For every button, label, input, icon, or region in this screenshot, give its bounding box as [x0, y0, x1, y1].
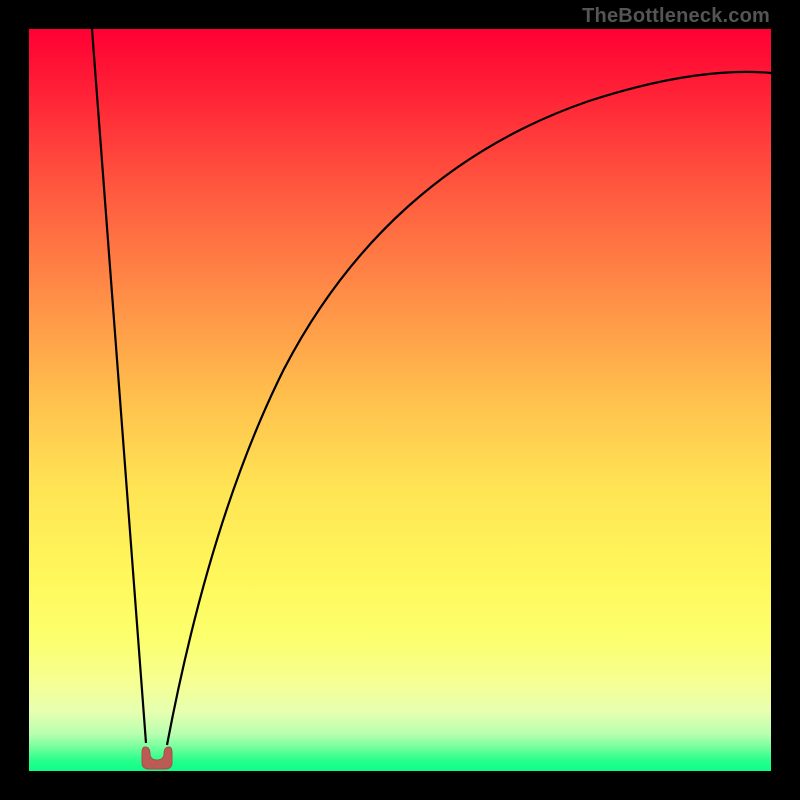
u-notch-icon	[142, 747, 172, 769]
bottleneck-curve	[29, 29, 771, 771]
curve-right-branch	[167, 72, 771, 745]
optimal-point-marker	[140, 745, 174, 771]
watermark-text: TheBottleneck.com	[582, 5, 770, 28]
curve-left-branch	[92, 29, 146, 743]
chart-frame: TheBottleneck.com	[0, 0, 800, 800]
plot-area	[29, 29, 771, 771]
